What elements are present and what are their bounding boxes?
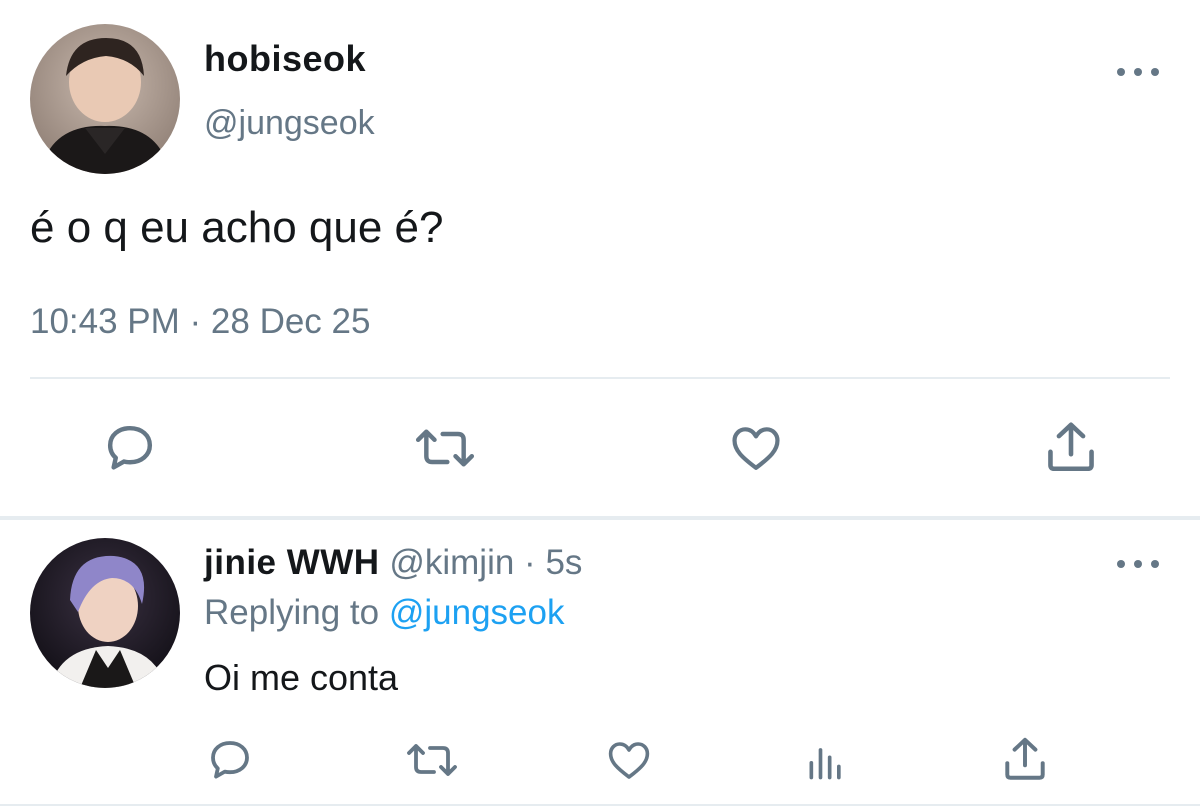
divider [0, 804, 1200, 806]
reply-icon [211, 741, 249, 779]
stats-button[interactable] [800, 737, 852, 785]
reply-header: jinie WWH @kimjin · 5s [204, 543, 582, 583]
separator-dot: · [524, 543, 536, 582]
tweet-text: é o q eu acho que é? [30, 203, 444, 252]
reply-button[interactable] [100, 418, 160, 478]
replying-to-link[interactable]: @jungseok [389, 593, 565, 632]
display-name[interactable]: hobiseok [204, 38, 366, 80]
tweet-thread: hobiseok @jungseok é o q eu acho que é? … [0, 0, 1200, 809]
user-handle[interactable]: @jungseok [204, 104, 375, 143]
more-icon[interactable] [1117, 554, 1159, 574]
tweet-timestamp[interactable]: 10:43 PM · 28 Dec 25 [30, 302, 370, 342]
heart-icon [608, 742, 650, 779]
divider [30, 377, 1170, 379]
share-icon [1005, 737, 1045, 780]
retweet-button[interactable] [410, 418, 480, 478]
like-button[interactable] [725, 418, 787, 478]
share-button[interactable] [1040, 415, 1102, 479]
avatar-photo [30, 24, 180, 174]
avatar[interactable] [30, 24, 180, 174]
relative-time[interactable]: 5s [545, 543, 582, 582]
share-icon [1048, 422, 1094, 472]
main-tweet: hobiseok @jungseok é o q eu acho que é? … [0, 0, 1200, 518]
stats-icon [809, 748, 841, 780]
retweet-icon [407, 744, 457, 776]
reply-icon [107, 425, 153, 470]
display-name[interactable]: jinie WWH [204, 543, 380, 582]
replying-to-label: Replying to [204, 593, 380, 632]
replying-to: Replying to @jungseok [204, 593, 564, 633]
avatar[interactable] [30, 538, 180, 688]
more-icon[interactable] [1117, 62, 1159, 82]
section-divider [0, 516, 1200, 520]
avatar-photo [30, 538, 180, 688]
share-button[interactable] [998, 733, 1052, 785]
retweet-button[interactable] [403, 735, 461, 785]
retweet-icon [415, 429, 475, 467]
user-handle[interactable]: @kimjin [389, 543, 514, 582]
reply-button[interactable] [205, 735, 255, 785]
heart-icon [732, 427, 780, 470]
like-button[interactable] [602, 735, 656, 785]
tweet-text: Oi me conta [204, 657, 399, 698]
